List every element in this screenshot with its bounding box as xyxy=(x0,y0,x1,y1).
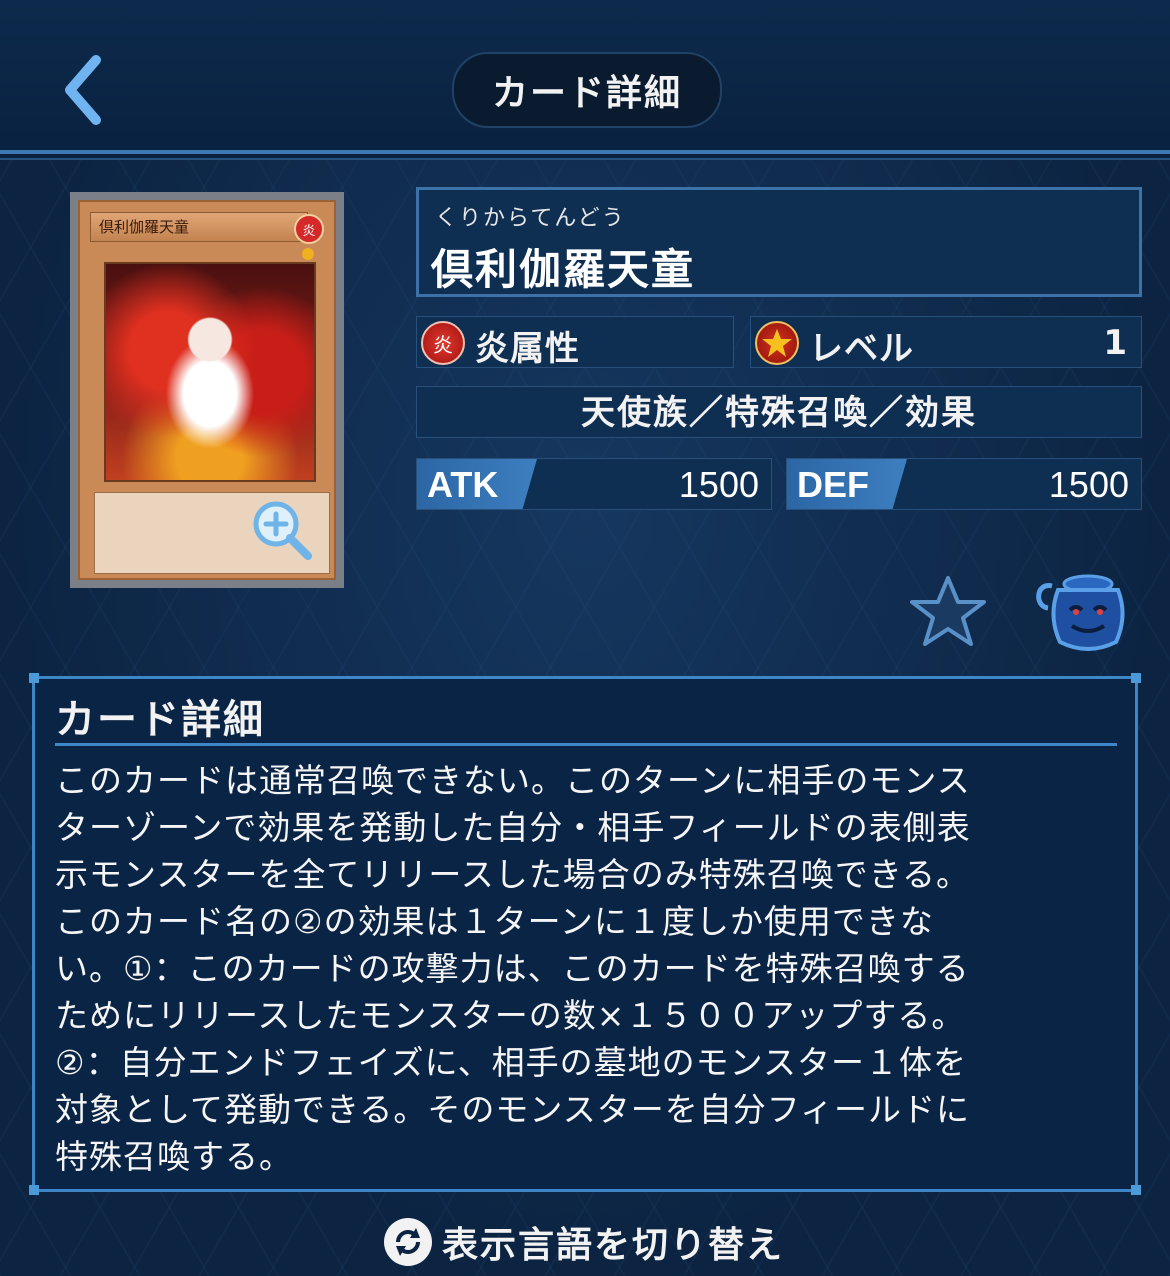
card-detail-panel: カード詳細 このカードは通常召喚できない。このターンに相手のモンス ターゾーンで… xyxy=(29,673,1141,1195)
detail-title: カード詳細 xyxy=(55,697,265,743)
chevron-left-icon xyxy=(65,55,101,125)
card-image[interactable]: 倶利伽羅天童 炎 xyxy=(70,192,344,588)
effect-line: い。①：このカードの攻撃力は、このカードを特殊召喚する xyxy=(55,949,970,988)
effect-line: ターゾーンで効果を発動した自分・相手フィールドの表側表 xyxy=(55,808,971,847)
level-box: レベル 1 xyxy=(750,316,1142,369)
def-value: 1500 xyxy=(1048,464,1129,505)
card-types: 天使族／特殊召喚／効果 xyxy=(416,386,1142,438)
attribute-box: 炎 炎属性 xyxy=(416,316,734,369)
card-name: 倶利伽羅天童 xyxy=(431,245,696,294)
atk-value: 1500 xyxy=(678,464,759,505)
effect-line: ためにリリースしたモンスターの数×１５００アップする。 xyxy=(55,996,966,1035)
effect-line: このカードは通常召喚できない。このターンに相手のモンス xyxy=(55,761,971,800)
panel-corner xyxy=(1131,1185,1141,1195)
effect-line: 対象として発動できる。そのモンスターを自分フィールドに xyxy=(55,1090,971,1129)
pot-icon[interactable] xyxy=(1030,572,1126,654)
top-bar-divider xyxy=(0,150,1170,154)
top-bar-divider-secondary xyxy=(0,158,1170,160)
page-title: カード詳細 xyxy=(452,52,722,128)
effect-line: ②：自分エンドフェイズに、相手の墓地のモンスター１体を xyxy=(55,1043,967,1082)
card-image-name: 倶利伽羅天童 xyxy=(90,212,308,242)
card-effect-text: このカードは通常召喚できない。このターンに相手のモンス ターゾーンで効果を発動し… xyxy=(55,757,1125,1180)
language-switch-button[interactable]: 表示言語を切り替え xyxy=(384,1212,784,1272)
def-box: DEF 1500 xyxy=(786,458,1142,510)
atk-box: ATK 1500 xyxy=(416,458,772,510)
star-icon[interactable] xyxy=(908,574,988,650)
panel-corner xyxy=(1131,673,1141,683)
card-image-level-star-icon xyxy=(302,248,314,260)
attribute-label: 炎属性 xyxy=(475,329,580,369)
panel-corner xyxy=(29,1185,39,1195)
fire-attribute-icon: 炎 xyxy=(421,321,465,365)
def-label: DEF xyxy=(787,459,907,509)
card-image-attribute-icon: 炎 xyxy=(294,214,324,244)
effect-line: 示モンスターを全てリリースした場合のみ特殊召喚できる。 xyxy=(55,855,971,894)
back-button[interactable] xyxy=(52,48,122,132)
level-star-icon xyxy=(755,321,799,365)
atk-label: ATK xyxy=(417,459,537,509)
language-switch-label: 表示言語を切り替え xyxy=(442,1225,785,1266)
zoom-in-icon[interactable] xyxy=(250,498,314,562)
level-value: 1 xyxy=(1103,323,1127,363)
card-artwork xyxy=(104,262,316,482)
effect-line: 特殊召喚する。 xyxy=(55,1137,293,1176)
detail-divider xyxy=(55,743,1117,746)
level-label: レベル xyxy=(809,329,914,369)
card-name-ruby: くりからてんどう xyxy=(435,206,626,231)
effect-line: このカード名の②の効果は１ターンに１度しか使用できな xyxy=(55,902,934,941)
card-name-box: くりからてんどう 倶利伽羅天童 xyxy=(416,187,1142,297)
refresh-icon xyxy=(384,1218,432,1266)
panel-corner xyxy=(29,673,39,683)
